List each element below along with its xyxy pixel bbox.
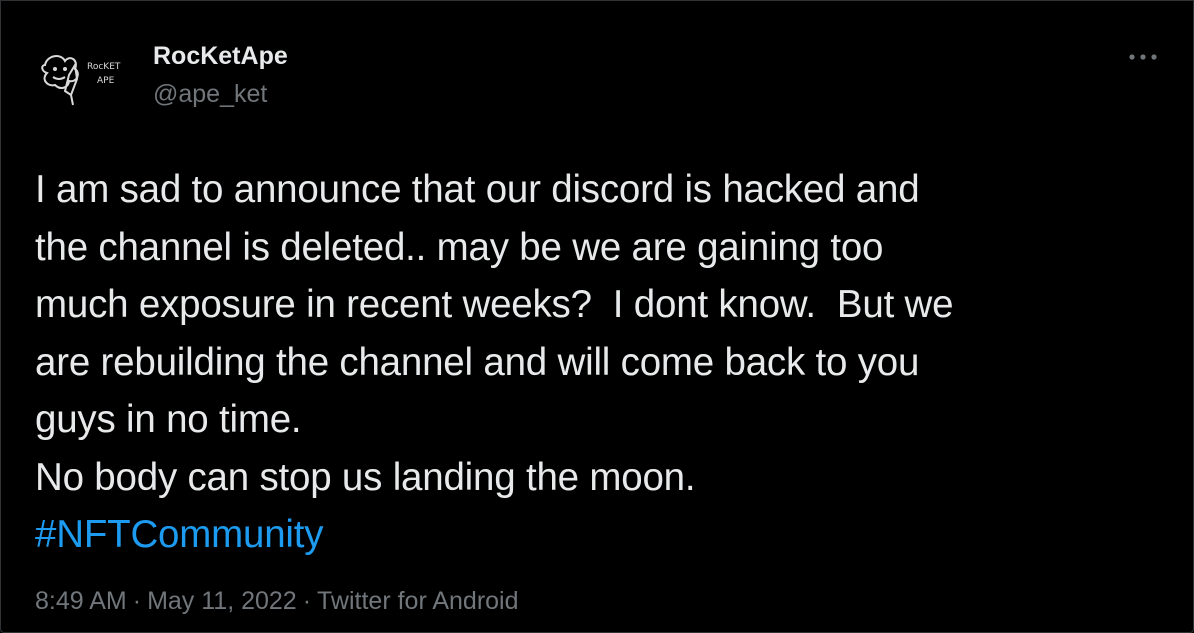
rocket-ape-logo: RocKET APE <box>35 35 131 131</box>
tweet-meta: 8:49 AM · May 11, 2022 · Twitter for Android <box>35 583 519 619</box>
tweet-text-line: the channel is deleted.. may be we are g… <box>35 225 884 269</box>
tweet-date[interactable]: May 11, 2022 <box>147 587 297 615</box>
avatar-text-1: RocKET <box>87 62 121 72</box>
tweet-text: I am sad to announce that our discord is… <box>35 161 1165 564</box>
user-handle[interactable]: @ape_ket <box>153 77 288 111</box>
meta-separator: · <box>132 587 142 615</box>
tweet-time[interactable]: 8:49 AM <box>35 587 127 615</box>
tweet-header: RocKET APE RocKetApe @ape_ket <box>35 35 1169 131</box>
more-horizontal-icon <box>1129 54 1157 60</box>
more-options-button[interactable] <box>1125 45 1161 69</box>
tweet-text-line: guys in no time. <box>35 398 302 441</box>
tweet-text-line: are rebuilding the channel and will come… <box>35 340 920 384</box>
hashtag-link[interactable]: #NFTCommunity <box>35 513 324 556</box>
tweet-text-line: I am sad to announce that our discord is… <box>35 168 920 211</box>
tweet-text-line: No body can stop us landing the moon. <box>35 455 696 499</box>
avatar[interactable]: RocKET APE <box>35 35 131 131</box>
avatar-text-2: APE <box>97 76 115 86</box>
display-name[interactable]: RocKetApe <box>153 41 288 71</box>
tweet-text-line: much exposure in recent weeks? I dont kn… <box>35 283 954 326</box>
tweet-card: RocKET APE RocKetApe @ape_ket I am sad t… <box>0 0 1194 633</box>
tweet-source[interactable]: Twitter for Android <box>317 587 518 615</box>
meta-separator: · <box>302 587 312 615</box>
author-names: RocKetApe @ape_ket <box>153 41 288 111</box>
